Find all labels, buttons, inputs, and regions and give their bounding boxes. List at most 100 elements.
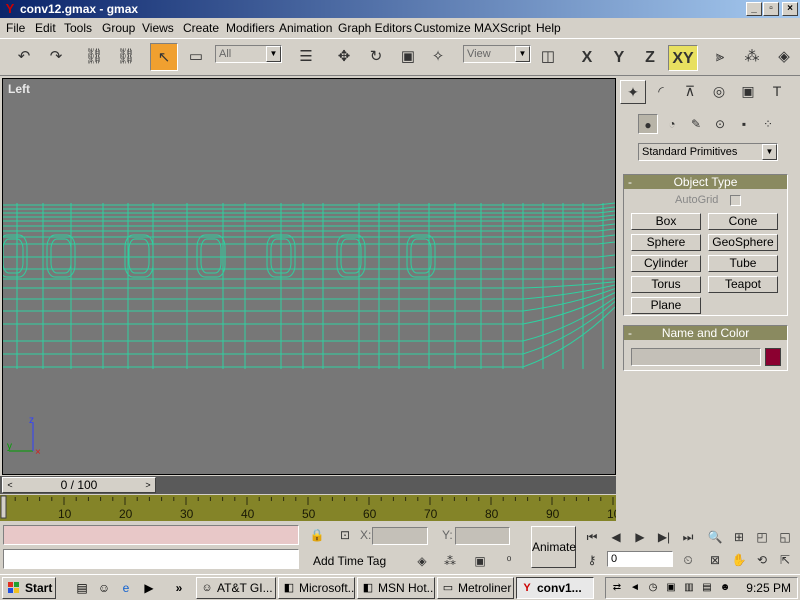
key-mode-icon[interactable]: ⚷ xyxy=(582,550,602,570)
go-to-end-icon[interactable]: ⏭ xyxy=(678,527,698,547)
quicklaunch-media-icon[interactable]: ▶ xyxy=(140,579,158,597)
menu-modifiers[interactable]: Modifiers xyxy=(226,21,275,35)
tray-volume-icon[interactable]: ◄ xyxy=(628,581,642,595)
axis-xy-button[interactable]: XY xyxy=(668,45,698,71)
array-icon[interactable]: ⁂ xyxy=(738,43,766,71)
time-config-icon[interactable]: ⏲ xyxy=(678,550,698,570)
snap-icon[interactable]: ⁂ xyxy=(440,551,460,571)
rotate-icon[interactable]: ↻ xyxy=(362,43,390,71)
reference-coord-dropdown[interactable]: View ▼ xyxy=(463,45,531,63)
material-editor-icon[interactable]: ◈ xyxy=(770,43,798,71)
move-icon[interactable]: ✥ xyxy=(330,43,358,71)
tray-user-icon[interactable]: ☻ xyxy=(718,581,732,595)
name-color-header[interactable]: - Name and Color xyxy=(624,326,787,340)
viewport-left[interactable]: Left z y × xyxy=(2,78,616,475)
box-button[interactable]: Box xyxy=(631,213,701,230)
modify-tab-icon[interactable]: ◜ xyxy=(648,80,674,104)
pan-icon[interactable]: ✋ xyxy=(729,550,749,570)
motion-tab-icon[interactable]: ◎ xyxy=(706,80,732,104)
arc-rotate-icon[interactable]: ⟲ xyxy=(752,550,772,570)
utilities-tab-icon[interactable]: T xyxy=(764,80,790,104)
time-slider[interactable]: < 0 / 100 > xyxy=(0,476,616,494)
tray-monitor-icon[interactable]: ▥ xyxy=(682,581,696,595)
quicklaunch-more-icon[interactable]: » xyxy=(170,579,188,597)
go-to-start-icon[interactable]: ⏮ xyxy=(582,527,602,547)
task-microsoft[interactable]: ◧ Microsoft... xyxy=(278,577,355,599)
cameras-icon[interactable]: ⊙ xyxy=(710,114,730,134)
unlink-icon[interactable]: ⛓ xyxy=(112,43,140,71)
close-button[interactable]: × xyxy=(782,2,798,16)
maxscript-listener-output[interactable] xyxy=(3,525,299,545)
axis-z-button[interactable]: Z xyxy=(637,45,663,71)
manipulate-icon[interactable]: ✧ xyxy=(424,43,452,71)
menu-animation[interactable]: Animation xyxy=(279,21,332,35)
zoom-all-icon[interactable]: ⊞ xyxy=(729,527,749,547)
region-select-icon[interactable]: ▭ xyxy=(182,43,210,71)
create-tab-icon[interactable]: ✦ xyxy=(620,80,646,104)
axis-y-button[interactable]: Y xyxy=(606,45,632,71)
display-tab-icon[interactable]: ▣ xyxy=(735,80,761,104)
plane-button[interactable]: Plane xyxy=(631,297,701,314)
quicklaunch-ie-icon[interactable]: e xyxy=(117,579,135,597)
helpers-icon[interactable]: ▪ xyxy=(734,114,754,134)
shaded-view-icon[interactable]: ◈ xyxy=(412,551,432,571)
menu-file[interactable]: File xyxy=(6,21,25,35)
primitive-category-dropdown[interactable]: Standard Primitives ▼ xyxy=(638,143,778,161)
task-metroliner[interactable]: ▭ Metroliner xyxy=(437,577,514,599)
object-name-field[interactable] xyxy=(631,348,761,366)
menu-tools[interactable]: Tools xyxy=(64,21,92,35)
y-coord-field[interactable] xyxy=(455,527,510,545)
menu-group[interactable]: Group xyxy=(102,21,135,35)
geometry-icon[interactable]: ● xyxy=(638,114,658,134)
redo-icon[interactable]: ↷ xyxy=(42,43,70,71)
start-button[interactable]: Start xyxy=(2,577,56,599)
maxscript-listener-input[interactable] xyxy=(3,549,299,569)
undo-icon[interactable]: ↶ xyxy=(10,43,38,71)
menu-create[interactable]: Create xyxy=(183,21,219,35)
select-by-name-icon[interactable]: ☰ xyxy=(292,43,320,71)
cylinder-button[interactable]: Cylinder xyxy=(631,255,701,272)
wireframe-mesh[interactable] xyxy=(3,79,615,474)
sphere-button[interactable]: Sphere xyxy=(631,234,701,251)
object-color-swatch[interactable] xyxy=(765,348,781,366)
object-type-header[interactable]: - Object Type xyxy=(624,175,787,189)
menu-edit[interactable]: Edit xyxy=(35,21,56,35)
lights-icon[interactable]: ✎ xyxy=(686,114,706,134)
space-warps-icon[interactable]: ⁘ xyxy=(758,114,778,134)
quicklaunch-aim-icon[interactable]: ☺ xyxy=(95,579,113,597)
tray-clock-icon[interactable]: ◷ xyxy=(646,581,660,595)
zoom-extents-all-icon[interactable]: ◱ xyxy=(775,527,795,547)
zoom-extents-icon[interactable]: ◰ xyxy=(752,527,772,547)
x-coord-field[interactable] xyxy=(372,527,428,545)
select-object-icon[interactable]: ↖ xyxy=(150,43,178,71)
selection-filter-dropdown[interactable]: All ▼ xyxy=(215,45,282,63)
task-att[interactable]: ☺ AT&T GI... xyxy=(196,577,276,599)
add-time-tag[interactable]: Add Time Tag xyxy=(313,554,386,568)
select-and-link-icon[interactable]: ⛓ xyxy=(80,43,108,71)
maximize-button[interactable]: ▫ xyxy=(763,2,779,16)
box-view-icon[interactable]: ▣ xyxy=(470,551,490,571)
menu-views[interactable]: Views xyxy=(142,21,174,35)
task-gmax[interactable]: Y conv1... xyxy=(516,577,594,599)
absolute-mode-icon[interactable]: ⊡ xyxy=(335,525,355,545)
angle-snap-icon[interactable]: ⁰ xyxy=(499,551,519,571)
play-icon[interactable]: ▶ xyxy=(630,527,650,547)
task-msn[interactable]: ◧ MSN Hot... xyxy=(357,577,435,599)
chevron-left-icon[interactable]: < xyxy=(3,478,17,492)
pivot-center-icon[interactable]: ◫ xyxy=(534,43,562,71)
hierarchy-tab-icon[interactable]: ⊼ xyxy=(677,80,703,104)
gmax-app-icon[interactable]: Y xyxy=(2,1,18,17)
menu-graph-editors[interactable]: Graph Editors xyxy=(338,21,412,35)
teapot-button[interactable]: Teapot xyxy=(708,276,778,293)
lock-icon[interactable]: 🔒 xyxy=(307,525,327,545)
scale-icon[interactable]: ▣ xyxy=(394,43,422,71)
autogrid-checkbox[interactable] xyxy=(730,195,741,206)
trackbar[interactable]: 10 20 30 40 50 60 70 80 90 100 xyxy=(0,495,616,521)
next-frame-icon[interactable]: ▶| xyxy=(654,527,674,547)
menu-customize[interactable]: Customize xyxy=(414,21,471,35)
geosphere-button[interactable]: GeoSphere xyxy=(708,234,778,251)
cone-button[interactable]: Cone xyxy=(708,213,778,230)
tray-network-icon[interactable]: ⇄ xyxy=(610,581,624,595)
current-frame-field[interactable]: 0 xyxy=(607,551,673,567)
previous-frame-icon[interactable]: ◀ xyxy=(606,527,626,547)
